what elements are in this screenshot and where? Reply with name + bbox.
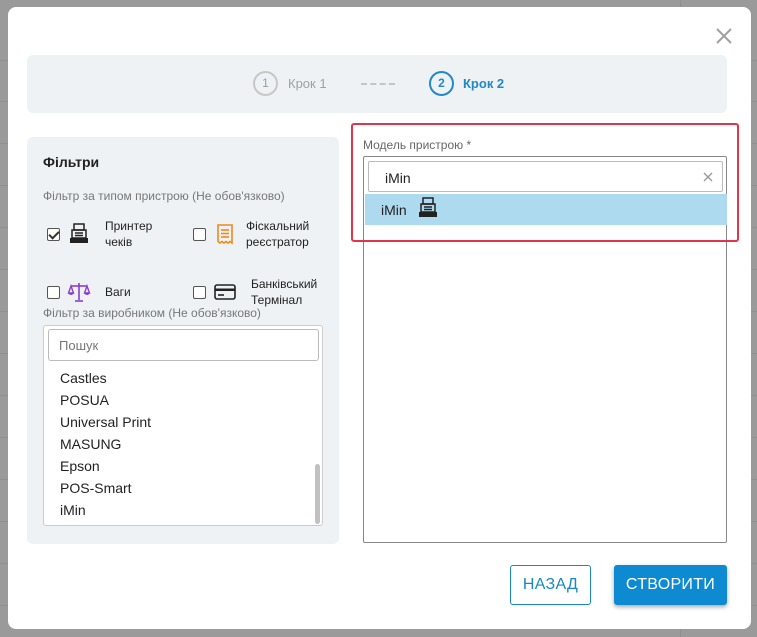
- bank-terminal-label[interactable]: Банківський Термінал: [251, 276, 317, 308]
- step2-label: Крок 2: [463, 76, 505, 91]
- list-item[interactable]: POSUA: [44, 389, 314, 411]
- bank-terminal-checkbox[interactable]: [193, 286, 206, 299]
- manufacturer-filter-label: Фільтр за виробником (Не обов'язково): [43, 306, 261, 320]
- model-option-imin[interactable]: iMin: [365, 194, 727, 225]
- model-search-value: iMin: [385, 170, 411, 186]
- manufacturer-search-input[interactable]: [48, 329, 319, 361]
- model-option-label: iMin: [381, 202, 407, 218]
- list-item[interactable]: MASUNG: [44, 433, 314, 455]
- receipt-printer-icon: [70, 223, 88, 243]
- create-button[interactable]: СТВОРИТИ: [614, 565, 727, 605]
- device-model-label: Модель пристрою *: [363, 138, 472, 152]
- clear-icon[interactable]: [702, 171, 714, 183]
- scales-icon: [67, 283, 91, 302]
- back-button[interactable]: НАЗАД: [510, 565, 591, 605]
- close-icon[interactable]: [714, 26, 734, 46]
- step1-indicator: 1: [253, 71, 278, 96]
- fiscal-registrar-label-line1: Фіскальний: [246, 219, 310, 233]
- step-separator: [361, 83, 395, 85]
- manufacturer-items: POS-Sector Castles POSUA Universal Print…: [44, 345, 314, 521]
- scales-checkbox[interactable]: [47, 286, 60, 299]
- receipt-printer-label-line1: Принтер: [105, 219, 153, 233]
- list-item[interactable]: Epson: [44, 455, 314, 477]
- receipt-printer-label[interactable]: Принтер чеків: [105, 218, 152, 250]
- fiscal-receipt-icon: [217, 224, 233, 245]
- fiscal-registrar-label-line2: реєстратор: [246, 235, 309, 249]
- receipt-printer-checkbox[interactable]: [47, 228, 60, 241]
- list-item[interactable]: Castles: [44, 367, 314, 389]
- device-model-select[interactable]: iMin iMin: [363, 156, 727, 543]
- create-device-modal: 1 Крок 1 2 Крок 2 Фільтри Фільтр за типо…: [8, 7, 751, 629]
- stepper: 1 Крок 1 2 Крок 2: [27, 55, 727, 113]
- fiscal-registrar-label[interactable]: Фіскальний реєстратор: [246, 218, 309, 250]
- card-terminal-icon: [214, 284, 236, 300]
- manufacturer-scrollbar[interactable]: [315, 464, 320, 524]
- list-item[interactable]: POS-Smart: [44, 477, 314, 499]
- scales-label[interactable]: Ваги: [105, 284, 131, 300]
- manufacturer-list[interactable]: POS-Sector Castles POSUA Universal Print…: [43, 325, 323, 526]
- bank-terminal-label-line2: Термінал: [251, 293, 303, 307]
- model-search-input[interactable]: iMin: [368, 161, 723, 192]
- step2-indicator: 2: [429, 71, 454, 96]
- fiscal-registrar-checkbox[interactable]: [193, 228, 206, 241]
- receipt-printer-label-line2: чеків: [105, 235, 133, 249]
- filters-title: Фільтри: [43, 154, 100, 170]
- step1-label: Крок 1: [288, 76, 327, 91]
- bank-terminal-label-line1: Банківський: [251, 277, 318, 291]
- list-item[interactable]: Universal Print: [44, 411, 314, 433]
- list-item[interactable]: iMin: [44, 499, 314, 521]
- receipt-printer-icon: [419, 197, 437, 217]
- filters-panel: Фільтри Фільтр за типом пристрою (Не обо…: [27, 137, 339, 544]
- device-type-filter-label: Фільтр за типом пристрою (Не обов'язково…: [43, 189, 285, 203]
